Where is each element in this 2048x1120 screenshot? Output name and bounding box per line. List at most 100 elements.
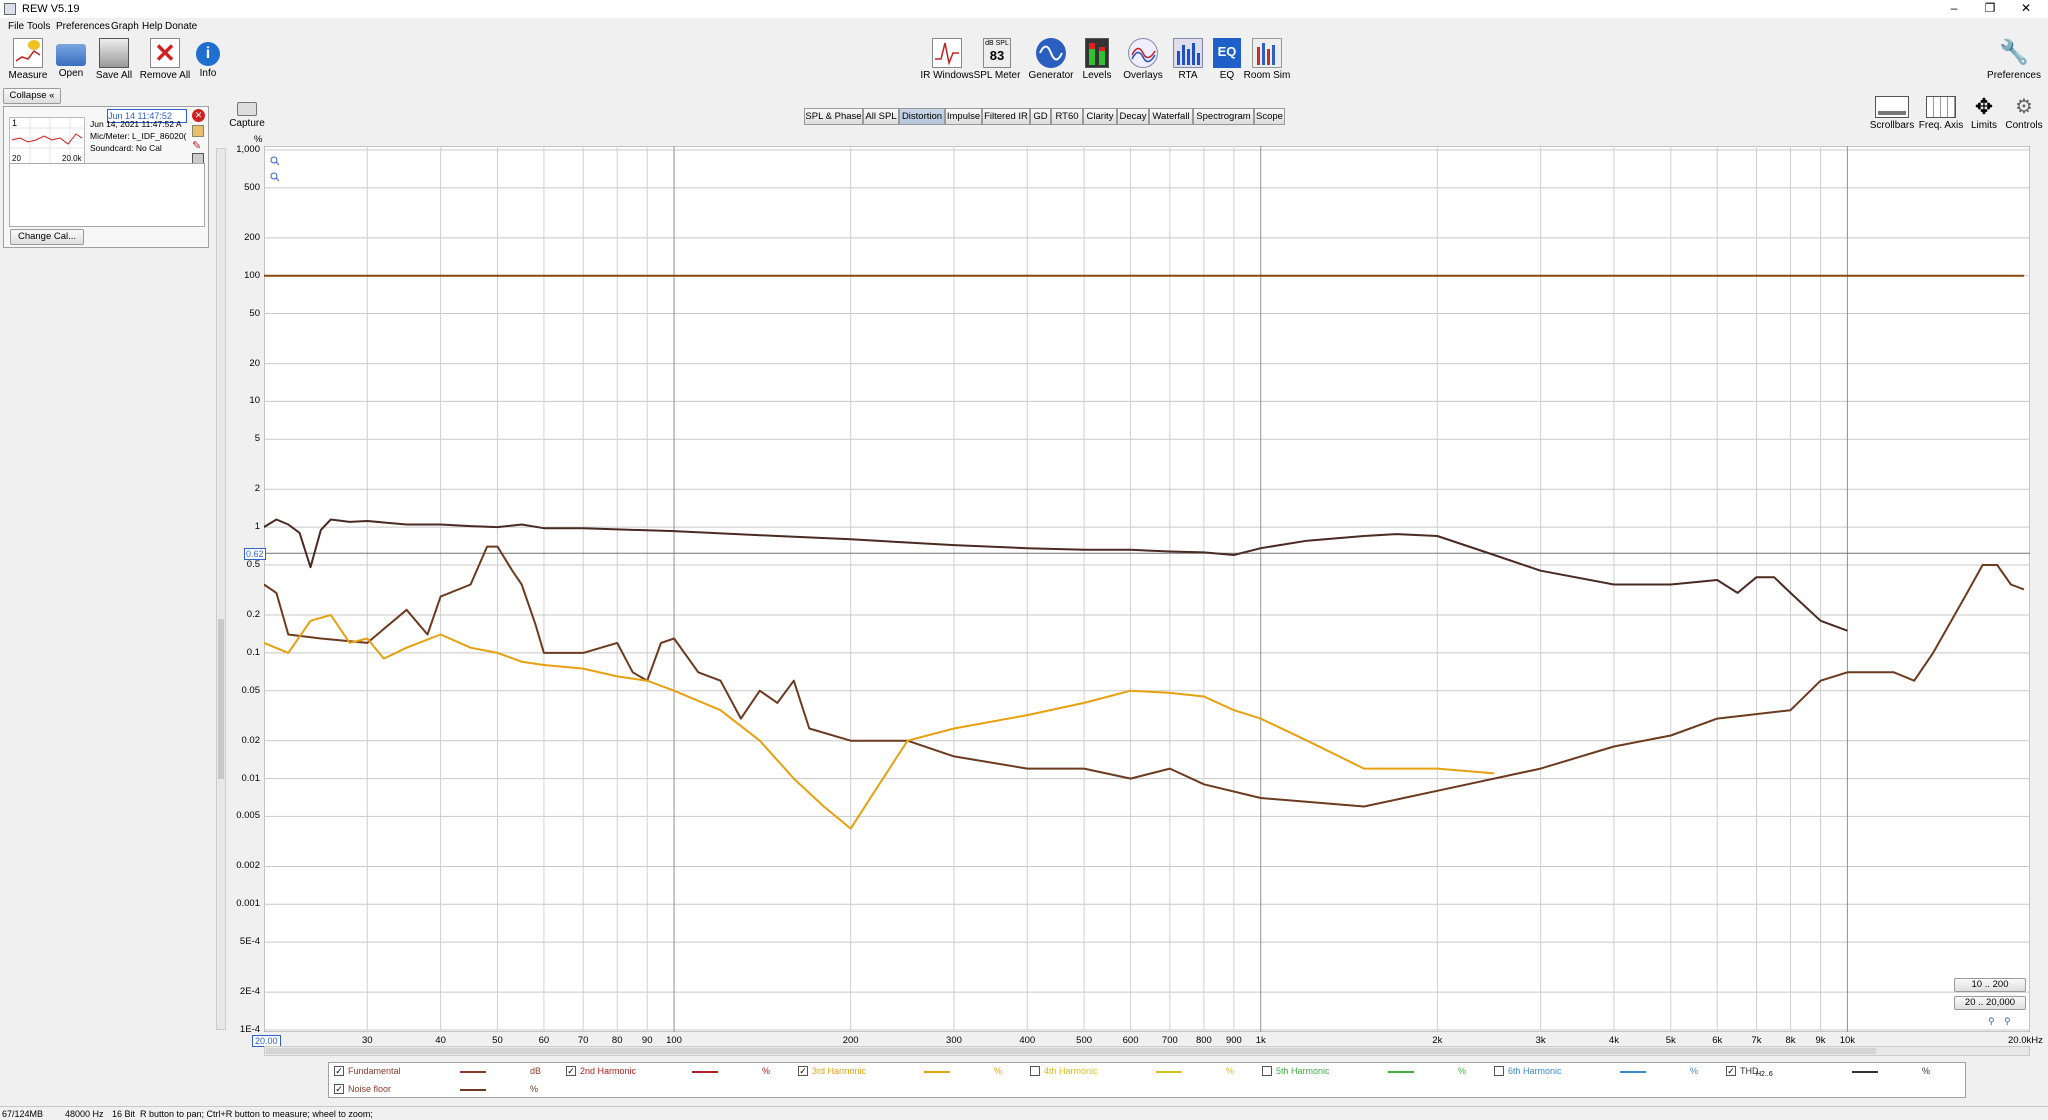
tab-rt60[interactable]: RT60 bbox=[1051, 108, 1083, 125]
tab-spectrogram[interactable]: Spectrogram bbox=[1193, 108, 1254, 125]
legend-swatch bbox=[460, 1071, 486, 1073]
menu-tools[interactable]: Tools bbox=[27, 21, 50, 32]
tab-decay[interactable]: Decay bbox=[1117, 108, 1149, 125]
tab-distortion[interactable]: Distortion bbox=[899, 108, 945, 125]
y-tick-label: 2 bbox=[254, 483, 260, 495]
zoom-in-x-icon[interactable]: ⚲ bbox=[1988, 1016, 1995, 1027]
distortion-graph[interactable] bbox=[264, 146, 2030, 1032]
legend-sub-label: H2..6 bbox=[1756, 1071, 1773, 1078]
legend-unit: % bbox=[1226, 1066, 1235, 1076]
tab-waterfall[interactable]: Waterfall bbox=[1149, 108, 1193, 125]
y-tick-label: 10 bbox=[249, 395, 260, 407]
title-bar: REW V5.19 – ❐ ✕ bbox=[0, 0, 2048, 18]
legend-swatch bbox=[692, 1071, 718, 1073]
controls-button[interactable]: ⚙ Controls bbox=[1996, 96, 2048, 131]
save-all-button[interactable]: Save All bbox=[86, 38, 142, 81]
legend-checkbox[interactable]: ✓ bbox=[566, 1066, 576, 1076]
collapse-button[interactable]: Collapse « bbox=[3, 88, 61, 104]
legend-unit: % bbox=[530, 1084, 539, 1094]
legend-swatch bbox=[1156, 1071, 1182, 1073]
restore-icon[interactable]: ❐ bbox=[1970, 0, 2010, 18]
legend-unit: dB bbox=[530, 1066, 542, 1076]
limits-20-20000-button[interactable]: 20 .. 20,000 bbox=[1954, 996, 2026, 1010]
y-tick-label: 0.002 bbox=[236, 860, 260, 872]
scrollbars-button[interactable]: Scrollbars bbox=[1864, 96, 1920, 131]
measurement-thumbnail[interactable]: 1 20 20.0k bbox=[9, 117, 85, 165]
y-tick-label: 0.2 bbox=[246, 609, 260, 620]
limits-icon: ✥ bbox=[1974, 94, 1994, 119]
tab-spl-phase[interactable]: SPL & Phase bbox=[804, 108, 863, 125]
menu-preferences[interactable]: Preferences bbox=[56, 21, 110, 32]
menu-help[interactable]: Help bbox=[142, 21, 163, 32]
camera-icon bbox=[237, 102, 257, 116]
notes-area[interactable] bbox=[9, 163, 205, 227]
horizontal-scrollbar[interactable] bbox=[264, 1046, 2030, 1056]
menu-donate[interactable]: Donate bbox=[165, 21, 197, 32]
legend-swatch bbox=[1388, 1071, 1414, 1073]
x-tick-label: 50 bbox=[492, 1035, 503, 1046]
change-cal-button[interactable]: Change Cal... bbox=[10, 229, 84, 245]
menu-bar: File Tools Preferences Graph Help Donate bbox=[0, 18, 2048, 34]
x-tick-label: 2k bbox=[1432, 1035, 1443, 1046]
legend-checkbox[interactable]: ✓ bbox=[798, 1066, 808, 1076]
x-tick-label: 60 bbox=[538, 1035, 550, 1046]
tab-filtered-ir[interactable]: Filtered IR bbox=[982, 108, 1030, 125]
y-tick-label: 1 bbox=[254, 521, 260, 533]
y-tick-label: 0.001 bbox=[236, 898, 260, 910]
close-window-icon[interactable]: ✕ bbox=[2006, 0, 2046, 18]
spl-meter-button[interactable]: dB SPL 83 SPL Meter bbox=[969, 38, 1025, 81]
measure-icon bbox=[13, 38, 43, 68]
legend-checkbox[interactable] bbox=[1494, 1066, 1504, 1076]
preferences-button[interactable]: 🔧 Preferences bbox=[1984, 38, 2044, 81]
x-tick-label: 6k bbox=[1712, 1035, 1723, 1046]
y-tick-label: 50 bbox=[249, 307, 260, 319]
ir-windows-button[interactable]: IR Windows bbox=[919, 38, 975, 81]
generator-icon bbox=[1036, 38, 1066, 68]
zoom-out-x-icon[interactable]: ⚲ bbox=[2004, 1016, 2011, 1027]
tab-clarity[interactable]: Clarity bbox=[1083, 108, 1117, 125]
tab-gd[interactable]: GD bbox=[1030, 108, 1051, 125]
y-tick-label: 500 bbox=[244, 181, 260, 193]
x-tick-label: 1k bbox=[1255, 1035, 1266, 1046]
minimize-icon[interactable]: – bbox=[1934, 0, 1974, 18]
legend-checkbox[interactable]: ✓ bbox=[334, 1066, 344, 1076]
legend-unit: % bbox=[1458, 1066, 1467, 1076]
legend-label: 3rd Harmonic bbox=[812, 1066, 867, 1076]
legend-checkbox[interactable]: ✓ bbox=[1726, 1066, 1736, 1076]
menu-graph[interactable]: Graph bbox=[111, 21, 139, 32]
legend-unit: % bbox=[1690, 1066, 1699, 1076]
room-sim-icon bbox=[1252, 38, 1282, 68]
x-tick-label: 600 bbox=[1122, 1035, 1139, 1046]
gear-icon: ⚙ bbox=[2015, 96, 2033, 118]
y-tick-label: 0.02 bbox=[241, 734, 261, 746]
legend-checkbox[interactable] bbox=[1030, 1066, 1040, 1076]
menu-file[interactable]: File bbox=[8, 21, 24, 32]
y-tick-label: 5E-4 bbox=[239, 936, 260, 948]
measurement-mic: Mic/Meter: L_IDF_86020( bbox=[90, 131, 187, 141]
capture-button[interactable]: Capture bbox=[224, 100, 270, 129]
window-title: REW V5.19 bbox=[22, 3, 80, 15]
legend-checkbox[interactable]: ✓ bbox=[334, 1084, 344, 1094]
x-tick-label: 3k bbox=[1535, 1035, 1546, 1046]
x-tick-label: 300 bbox=[946, 1035, 962, 1046]
thumbnail-x-min: 20 bbox=[12, 154, 21, 163]
edit-icon[interactable]: ✎ bbox=[192, 139, 201, 152]
status-hint: R button to pan; Ctrl+R button to measur… bbox=[140, 1109, 373, 1119]
legend-checkbox[interactable] bbox=[1262, 1066, 1272, 1076]
limits-10-200-button[interactable]: 10 .. 200 bbox=[1954, 978, 2026, 992]
cursor-y-readout: 0.62 bbox=[244, 548, 266, 560]
room-sim-button[interactable]: Room Sim bbox=[1239, 38, 1295, 81]
legend-label: 6th Harmonic bbox=[1508, 1066, 1562, 1076]
levels-icon bbox=[1085, 38, 1109, 68]
tab-impulse[interactable]: Impulse bbox=[945, 108, 982, 125]
legend-unit: % bbox=[994, 1066, 1003, 1076]
legend-swatch bbox=[460, 1089, 486, 1091]
sample-rate: 48000 Hz bbox=[65, 1109, 104, 1119]
tab-scope[interactable]: Scope bbox=[1254, 108, 1285, 125]
mic-cal-icon[interactable] bbox=[192, 125, 204, 137]
tab-all-spl[interactable]: All SPL bbox=[863, 108, 899, 125]
info-button[interactable]: i Info bbox=[180, 38, 236, 79]
remove-measurement-icon[interactable]: ✕ bbox=[192, 109, 205, 122]
x-tick-label: 500 bbox=[1076, 1035, 1093, 1046]
legend-swatch bbox=[924, 1071, 950, 1073]
